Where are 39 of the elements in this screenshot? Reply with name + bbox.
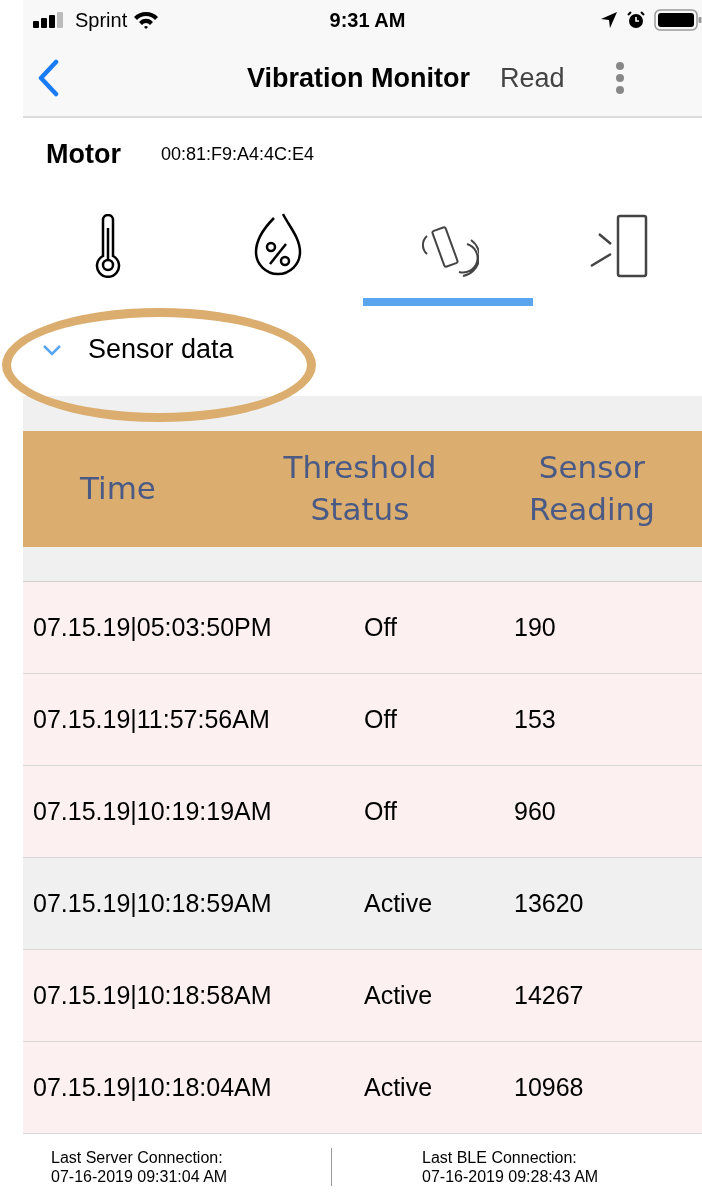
time-cell-text: 07.15.19|10:19:19AM	[33, 797, 273, 826]
device-address: 00:81:F9:A4:4C:E4	[161, 143, 315, 165]
battery-icon	[654, 9, 702, 31]
connection-time: 07-16-2019 09:28:43 AM	[422, 1167, 600, 1187]
screen-title: Vibration Monitor	[247, 62, 470, 94]
location-arrow-icon	[600, 11, 618, 29]
more-options-icon[interactable]	[614, 61, 625, 95]
time-cell-text: 07.15.19|11:57:56AM	[33, 705, 271, 734]
column-header: Time	[79, 469, 157, 509]
device-name: Motor	[46, 138, 121, 170]
carrier-name: Sprint	[75, 8, 128, 32]
thermometer-icon	[93, 214, 123, 278]
section-title[interactable]: Sensor data	[88, 334, 234, 365]
clock-time: 9:31 AM	[329, 8, 406, 32]
time-cell-text: 07.15.19|10:18:04AM	[33, 1073, 273, 1102]
read-button[interactable]: Read	[500, 62, 565, 94]
connection-label: Last BLE Connection:	[422, 1148, 578, 1168]
status-cell-text: Active	[364, 1073, 434, 1102]
wifi-icon	[133, 11, 160, 29]
reading-cell: 153	[514, 705, 556, 734]
status-cell-text: Off	[364, 705, 398, 734]
time-cell-text: 07.15.19|10:18:59AM	[33, 889, 273, 918]
time-cell-text: 07.15.19|10:18:58AM	[33, 981, 273, 1010]
status-cell-text: Off	[364, 613, 398, 642]
reading-cell: 10968	[514, 1073, 584, 1102]
status-cell-text: Active	[364, 889, 434, 918]
connection-time: 07-16-2019 09:31:04 AM	[51, 1167, 229, 1187]
status-cell-text: Active	[364, 981, 434, 1010]
reading-cell: 13620	[514, 889, 584, 918]
column-header: Sensor Reading	[528, 448, 656, 529]
status-cell-text: Off	[364, 797, 398, 826]
connection-label: Last Server Connection:	[51, 1148, 224, 1168]
time-cell-text: 07.15.19|05:03:50PM	[33, 613, 273, 642]
reading-cell: 960	[514, 797, 556, 826]
reading-cell: 190	[514, 613, 556, 642]
alarm-clock-icon	[626, 10, 646, 30]
humidity-drop-icon	[254, 212, 302, 278]
reading-cell: 14267	[514, 981, 584, 1010]
column-header: Threshold Status	[282, 448, 438, 529]
